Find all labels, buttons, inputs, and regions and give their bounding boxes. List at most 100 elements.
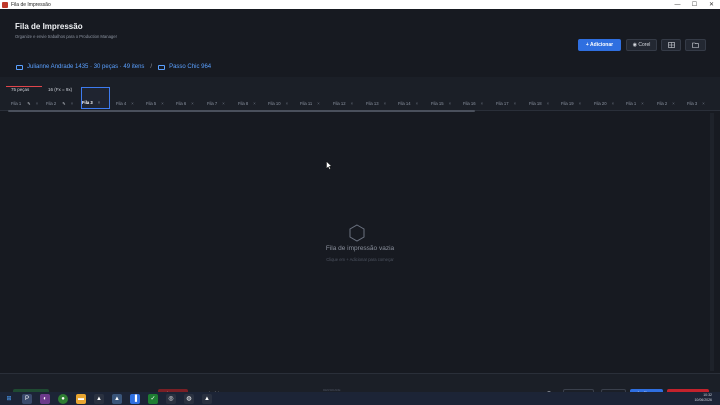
browser-icon[interactable]: ● — [58, 393, 68, 404]
system-tray: 10:32 10/06/2026 — [694, 393, 712, 403]
tab-label: Fila 6 — [176, 101, 187, 106]
close-tab-icon[interactable]: × — [351, 101, 353, 106]
add-button[interactable]: + Adicionar — [578, 39, 621, 51]
page-subtitle: Organize e envie trabalhos para o Produc… — [15, 34, 117, 39]
empty-state-title: Fila de impressão vazia — [325, 245, 395, 252]
close-button[interactable]: ✕ — [703, 1, 720, 8]
app-icon[interactable]: ▲ — [112, 393, 122, 404]
app-icon[interactable]: ▐ — [130, 393, 140, 404]
tab-queue[interactable]: Fila 19 × — [561, 98, 581, 109]
close-tab-icon[interactable]: × — [317, 101, 319, 106]
tab-queue[interactable]: Fila 14 × — [398, 98, 418, 109]
tab-queue[interactable]: Fila 7 × — [207, 98, 225, 109]
app-icon — [2, 1, 8, 8]
close-tab-icon[interactable]: × — [131, 101, 133, 106]
close-tab-icon[interactable]: × — [514, 101, 516, 106]
close-tab-icon[interactable]: × — [702, 101, 704, 106]
maximize-button[interactable]: ☐ — [686, 1, 703, 8]
close-tab-icon[interactable]: × — [579, 101, 581, 106]
tab-queue[interactable]: Fila 18 × — [529, 98, 549, 109]
close-tab-icon[interactable]: × — [253, 101, 255, 106]
tab-queue[interactable]: Fila 10 × — [268, 98, 288, 109]
tab-label: Fila 2 — [46, 101, 57, 106]
breadcrumb-order[interactable]: Passo Chic 964 — [169, 64, 211, 70]
tab-label: Fila 14 — [398, 101, 411, 106]
tab-queue[interactable]: Fila 11 × — [300, 98, 320, 109]
tab-label: Fila 4 — [116, 101, 127, 106]
tab-label: Fila 11 — [300, 101, 313, 106]
tab-label: Fila 3 — [82, 100, 93, 105]
breadcrumb: Julianne Andrade 1435 · 30 peças · 49 it… — [16, 64, 211, 70]
minimize-button[interactable]: — — [669, 2, 686, 8]
tab-queue[interactable]: Fila 17 × — [496, 98, 516, 109]
tab-label: Fila 2 — [657, 101, 668, 106]
app-icon[interactable]: ✓ — [148, 393, 158, 404]
breadcrumb-client[interactable]: Julianne Andrade 1435 · 30 peças · 49 it… — [27, 64, 144, 70]
tab-label: Fila 8 — [238, 101, 249, 106]
empty-state-subtitle: Clique em + Adicionar para começar — [326, 257, 394, 262]
hexagon-icon — [349, 224, 365, 242]
close-tab-icon[interactable]: × — [449, 101, 451, 106]
close-tab-icon[interactable]: × — [71, 101, 73, 106]
edit-icon[interactable]: ✎ — [62, 101, 66, 106]
close-tab-icon[interactable]: × — [161, 101, 163, 106]
window-title: Fila de Impressão — [11, 1, 51, 8]
start-icon[interactable]: ⊞ — [4, 394, 14, 404]
close-tab-icon[interactable]: × — [481, 101, 483, 106]
tab-queue[interactable]: Fila 3 × — [81, 87, 110, 109]
tab-queue[interactable]: Fila 2 ✎ × — [46, 98, 73, 109]
tab-queue[interactable]: Fila 15 × — [431, 98, 451, 109]
app-icon[interactable]: ◍ — [184, 393, 194, 404]
tab-label: Fila 13 — [366, 101, 379, 106]
app-icon[interactable]: ▲ — [94, 393, 104, 404]
app-icon[interactable]: P — [22, 393, 32, 404]
tab-label: Fila 1 — [11, 101, 22, 106]
close-tab-icon[interactable]: × — [612, 101, 614, 106]
close-tab-icon[interactable]: × — [222, 101, 224, 106]
edit-icon[interactable]: ✎ — [27, 101, 31, 106]
page-title: Fila de Impressão — [15, 22, 83, 31]
tabs-scrollbar[interactable] — [8, 110, 475, 112]
tab-queue[interactable]: Fila 12 × — [333, 98, 353, 109]
tab-queue[interactable]: Fila 8 × — [238, 98, 256, 109]
grid-icon — [667, 42, 675, 48]
tab-queue[interactable]: Fila 20 × — [594, 98, 614, 109]
tab-queue[interactable]: Fila 6 × — [176, 98, 194, 109]
close-tab-icon[interactable]: × — [672, 101, 674, 106]
window-titlebar: Fila de Impressão — ☐ ✕ — [0, 0, 720, 9]
tab-label: Fila 17 — [496, 101, 509, 106]
tab-queue[interactable]: Fila 5 × — [146, 98, 164, 109]
corel-button[interactable]: ◉ Corel — [626, 39, 657, 51]
close-tab-icon[interactable]: × — [36, 101, 38, 106]
folder-icon[interactable]: ▬ — [76, 393, 86, 404]
tab-group-2[interactable]: 16 (Fx = 9x) — [48, 87, 72, 92]
app-window: Fila de Impressão Organize e envie traba… — [0, 9, 720, 401]
tab-queue[interactable]: Fila 2 × — [657, 98, 675, 109]
tab-queue[interactable]: Fila 3 × — [687, 98, 705, 109]
tab-label: Fila 19 — [561, 101, 574, 106]
close-tab-icon[interactable]: × — [547, 101, 549, 106]
tab-queue[interactable]: Fila 1 ✎ × — [11, 98, 38, 109]
tab-queue[interactable]: Fila 1 × — [626, 98, 644, 109]
tab-label: Fila 15 — [431, 101, 444, 106]
app-icon[interactable]: ◎ — [166, 393, 176, 404]
tab-queue[interactable]: Fila 4 × — [116, 98, 134, 109]
close-tab-icon[interactable]: × — [384, 101, 386, 106]
app-icon[interactable]: ◐ — [40, 393, 50, 404]
grid-view-button[interactable] — [661, 39, 681, 51]
tab-queue[interactable]: Fila 13 × — [366, 98, 386, 109]
close-tab-icon[interactable]: × — [98, 100, 100, 105]
tab-queue[interactable]: Fila 16 × — [463, 98, 483, 109]
tab-group-1[interactable]: 75 peças — [11, 87, 29, 92]
mouse-cursor-icon — [326, 161, 332, 170]
folder-icon — [158, 64, 166, 70]
content-scrollbar[interactable] — [710, 113, 714, 371]
close-tab-icon[interactable]: × — [286, 101, 288, 106]
folder-open-button[interactable] — [685, 39, 706, 51]
close-tab-icon[interactable]: × — [191, 101, 193, 106]
breadcrumb-separator: / — [150, 64, 153, 70]
close-tab-icon[interactable]: × — [641, 101, 643, 106]
close-tab-icon[interactable]: × — [416, 101, 418, 106]
tab-label: Fila 20 — [594, 101, 607, 106]
app-icon[interactable]: ▲ — [202, 393, 212, 404]
